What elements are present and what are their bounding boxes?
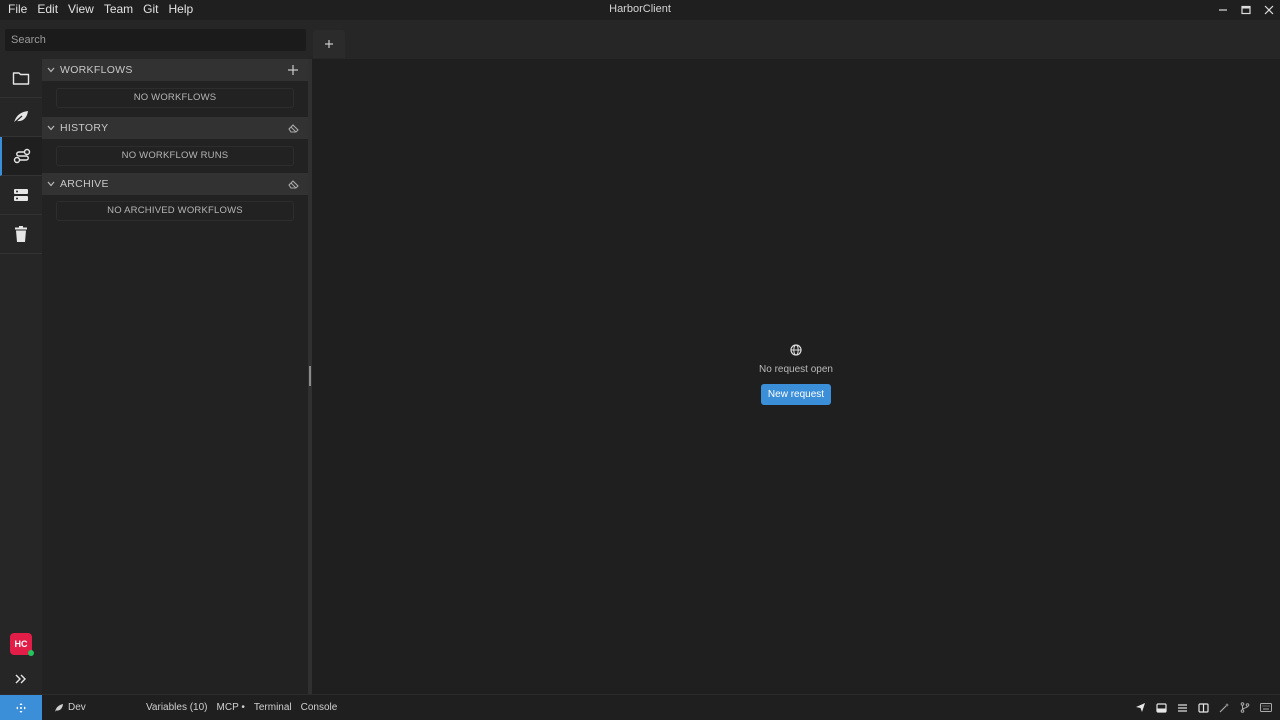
activity-rail: [0, 59, 42, 694]
magic-wand-icon[interactable]: [1216, 700, 1232, 716]
menu-help[interactable]: Help: [169, 0, 194, 20]
menu-bar: File Edit View Team Git Help: [8, 0, 203, 20]
archive-empty: NO ARCHIVED WORKFLOWS: [56, 201, 294, 221]
leaf-icon: [55, 703, 63, 712]
list-icon[interactable]: [1174, 700, 1190, 716]
expand-sidebar-button[interactable]: [12, 671, 30, 687]
trash-icon: [15, 226, 27, 242]
leaf-icon: [13, 111, 28, 124]
close-icon[interactable]: [1257, 0, 1280, 20]
menu-team[interactable]: Team: [104, 0, 133, 20]
status-right-tools: [1132, 695, 1274, 720]
move-icon: [16, 703, 26, 713]
main-editor-area: [312, 59, 1280, 694]
rail-trash[interactable]: [0, 215, 42, 254]
inbox-icon[interactable]: [1153, 700, 1169, 716]
environment-label: Dev: [68, 702, 86, 713]
section-title: HISTORY: [60, 122, 109, 134]
chevron-down-icon: [42, 181, 60, 187]
clear-archive-button[interactable]: [286, 177, 300, 191]
clear-history-button[interactable]: [286, 121, 300, 135]
minimize-icon[interactable]: [1211, 0, 1234, 20]
new-request-button[interactable]: New request: [761, 384, 831, 405]
mcp-button[interactable]: MCP •: [217, 702, 245, 713]
eraser-icon: [287, 180, 299, 189]
menu-git[interactable]: Git: [143, 0, 158, 20]
rail-workflows[interactable]: [0, 137, 42, 176]
chevron-down-icon: [42, 67, 60, 73]
keyboard-icon[interactable]: [1258, 700, 1274, 716]
git-branch-icon[interactable]: [1237, 700, 1253, 716]
window-controls: [1211, 0, 1280, 20]
status-bar: Dev Variables (10) MCP • Terminal Consol…: [0, 694, 1280, 720]
workflow-icon: [13, 148, 31, 164]
title-bar: File Edit View Team Git Help HarborClien…: [0, 0, 1280, 20]
empty-state-text: No request open: [759, 364, 833, 375]
rail-environments[interactable]: [0, 98, 42, 137]
menu-view[interactable]: View: [68, 0, 94, 20]
rail-servers[interactable]: [0, 176, 42, 215]
section-history-header[interactable]: HISTORY: [42, 117, 308, 139]
history-empty: NO WORKFLOW RUNS: [56, 146, 294, 166]
chevrons-right-icon: [15, 674, 26, 684]
send-icon[interactable]: [1132, 700, 1148, 716]
menu-file[interactable]: File: [8, 0, 27, 20]
folder-icon: [12, 72, 30, 85]
server-icon: [14, 189, 28, 201]
search-input[interactable]: Search: [5, 29, 306, 51]
new-tab-button[interactable]: [313, 30, 345, 58]
splitter-handle[interactable]: [309, 366, 311, 386]
plus-icon: [325, 40, 333, 48]
console-button[interactable]: Console: [301, 702, 338, 713]
maximize-icon[interactable]: [1234, 0, 1257, 20]
online-status-dot: [28, 650, 34, 656]
menu-edit[interactable]: Edit: [37, 0, 58, 20]
eraser-icon: [287, 124, 299, 133]
section-workflows-header[interactable]: WORKFLOWS: [42, 59, 308, 81]
environment-selector[interactable]: Dev: [54, 695, 86, 720]
remote-button[interactable]: [0, 695, 42, 720]
empty-state: No request open: [736, 344, 856, 375]
globe-icon: [736, 344, 856, 358]
section-title: WORKFLOWS: [60, 64, 133, 76]
terminal-button[interactable]: Terminal: [254, 702, 292, 713]
workflows-empty: NO WORKFLOWS: [56, 88, 294, 108]
status-items: Variables (10) MCP • Terminal Console: [146, 695, 346, 720]
plus-icon: [288, 65, 298, 75]
layout-icon[interactable]: [1195, 700, 1211, 716]
variables-button[interactable]: Variables (10): [146, 702, 208, 713]
add-workflow-button[interactable]: [286, 63, 300, 77]
section-archive-header[interactable]: ARCHIVE: [42, 173, 308, 195]
chevron-down-icon: [42, 125, 60, 131]
rail-collections[interactable]: [0, 59, 42, 98]
section-title: ARCHIVE: [60, 178, 109, 190]
